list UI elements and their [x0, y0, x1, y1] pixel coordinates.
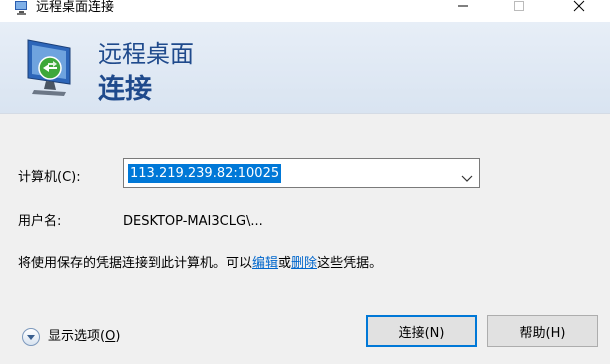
close-button[interactable] — [556, 0, 602, 20]
close-icon — [573, 0, 585, 12]
minimize-button[interactable] — [440, 0, 486, 20]
chevron-down-icon[interactable] — [461, 168, 473, 182]
options-accesskey: O — [105, 329, 116, 344]
banner-title-line1: 远程桌面 — [98, 40, 194, 68]
info-middle: 或 — [278, 256, 292, 271]
options-label-suffix: ) — [115, 329, 121, 344]
computer-connect-icon — [20, 34, 84, 98]
info-suffix: 这些凭据。 — [317, 256, 383, 271]
options-label-text: 显示选项( — [48, 329, 106, 344]
header-banner: 远程桌面 连接 — [0, 22, 610, 114]
computer-combobox[interactable]: 113.219.239.82:10025 — [123, 158, 480, 188]
computer-label: 计算机(C): — [18, 170, 81, 185]
window-title: 远程桌面连接 — [36, 0, 115, 15]
title-bar: 远程桌面连接 — [0, 0, 610, 22]
credentials-info: 将使用保存的凭据连接到此计算机。可以编辑或删除这些凭据。 — [18, 256, 382, 272]
delete-link[interactable]: 删除 — [291, 256, 317, 271]
minimize-icon — [458, 5, 468, 7]
banner-title-line2: 连接 — [98, 74, 152, 105]
user-label: 用户名: — [18, 214, 62, 229]
help-button[interactable]: 帮助(H) — [487, 315, 598, 347]
edit-link[interactable]: 编辑 — [252, 256, 278, 271]
maximize-button[interactable] — [496, 0, 542, 20]
info-prefix: 将使用保存的凭据连接到此计算机。可以 — [18, 256, 253, 271]
user-value: DESKTOP-MAI3CLG\... — [123, 214, 263, 229]
maximize-icon — [514, 1, 524, 11]
show-options-toggle[interactable]: 显示选项(O) — [22, 327, 120, 347]
computer-value[interactable]: 113.219.239.82:10025 — [128, 164, 282, 183]
remote-desktop-icon — [14, 0, 30, 15]
connect-button[interactable]: 连接(N) — [366, 315, 477, 347]
show-options-label: 显示选项(O) — [48, 329, 120, 345]
expand-circle-icon[interactable] — [22, 328, 40, 346]
